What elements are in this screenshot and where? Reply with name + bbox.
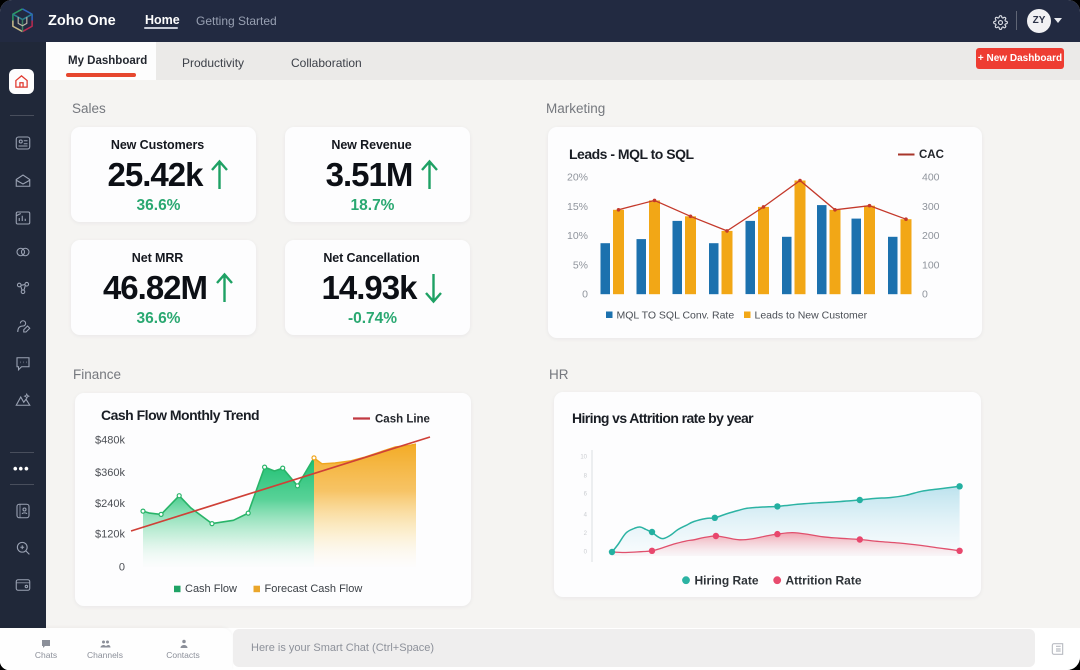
svg-text:10: 10 bbox=[580, 454, 587, 460]
svg-text:4: 4 bbox=[584, 513, 588, 519]
svg-text:0: 0 bbox=[119, 562, 125, 574]
svg-text:400: 400 bbox=[922, 172, 940, 184]
svg-text:Cash Flow: Cash Flow bbox=[185, 583, 237, 595]
svg-text:Hiring Rate: Hiring Rate bbox=[695, 573, 759, 587]
svg-text:6: 6 bbox=[584, 492, 588, 498]
svg-text:0: 0 bbox=[582, 289, 588, 301]
svg-text:20%: 20% bbox=[567, 172, 588, 184]
svg-text:Attrition Rate: Attrition Rate bbox=[786, 573, 862, 587]
svg-text:Forecast Cash Flow: Forecast Cash Flow bbox=[265, 583, 363, 595]
svg-text:$240k: $240k bbox=[95, 498, 125, 510]
svg-text:0: 0 bbox=[584, 549, 588, 555]
svg-text:15%: 15% bbox=[567, 201, 588, 213]
svg-text:2: 2 bbox=[584, 531, 588, 537]
svg-text:200: 200 bbox=[922, 230, 940, 242]
svg-text:10%: 10% bbox=[567, 230, 588, 242]
svg-text:300: 300 bbox=[922, 201, 940, 213]
svg-text:Leads to New Customer: Leads to New Customer bbox=[755, 310, 868, 322]
svg-text:$360k: $360k bbox=[95, 467, 125, 479]
svg-text:8: 8 bbox=[584, 474, 588, 480]
svg-text:Cash Line: Cash Line bbox=[375, 414, 430, 426]
svg-text:0: 0 bbox=[922, 289, 928, 301]
svg-text:MQL TO SQL Conv. Rate: MQL TO SQL Conv. Rate bbox=[617, 310, 735, 322]
svg-text:CAC: CAC bbox=[919, 149, 944, 161]
svg-text:$480k: $480k bbox=[95, 435, 125, 447]
svg-text:100: 100 bbox=[922, 259, 940, 271]
svg-text:$120k: $120k bbox=[95, 529, 125, 541]
svg-text:5%: 5% bbox=[573, 259, 588, 271]
